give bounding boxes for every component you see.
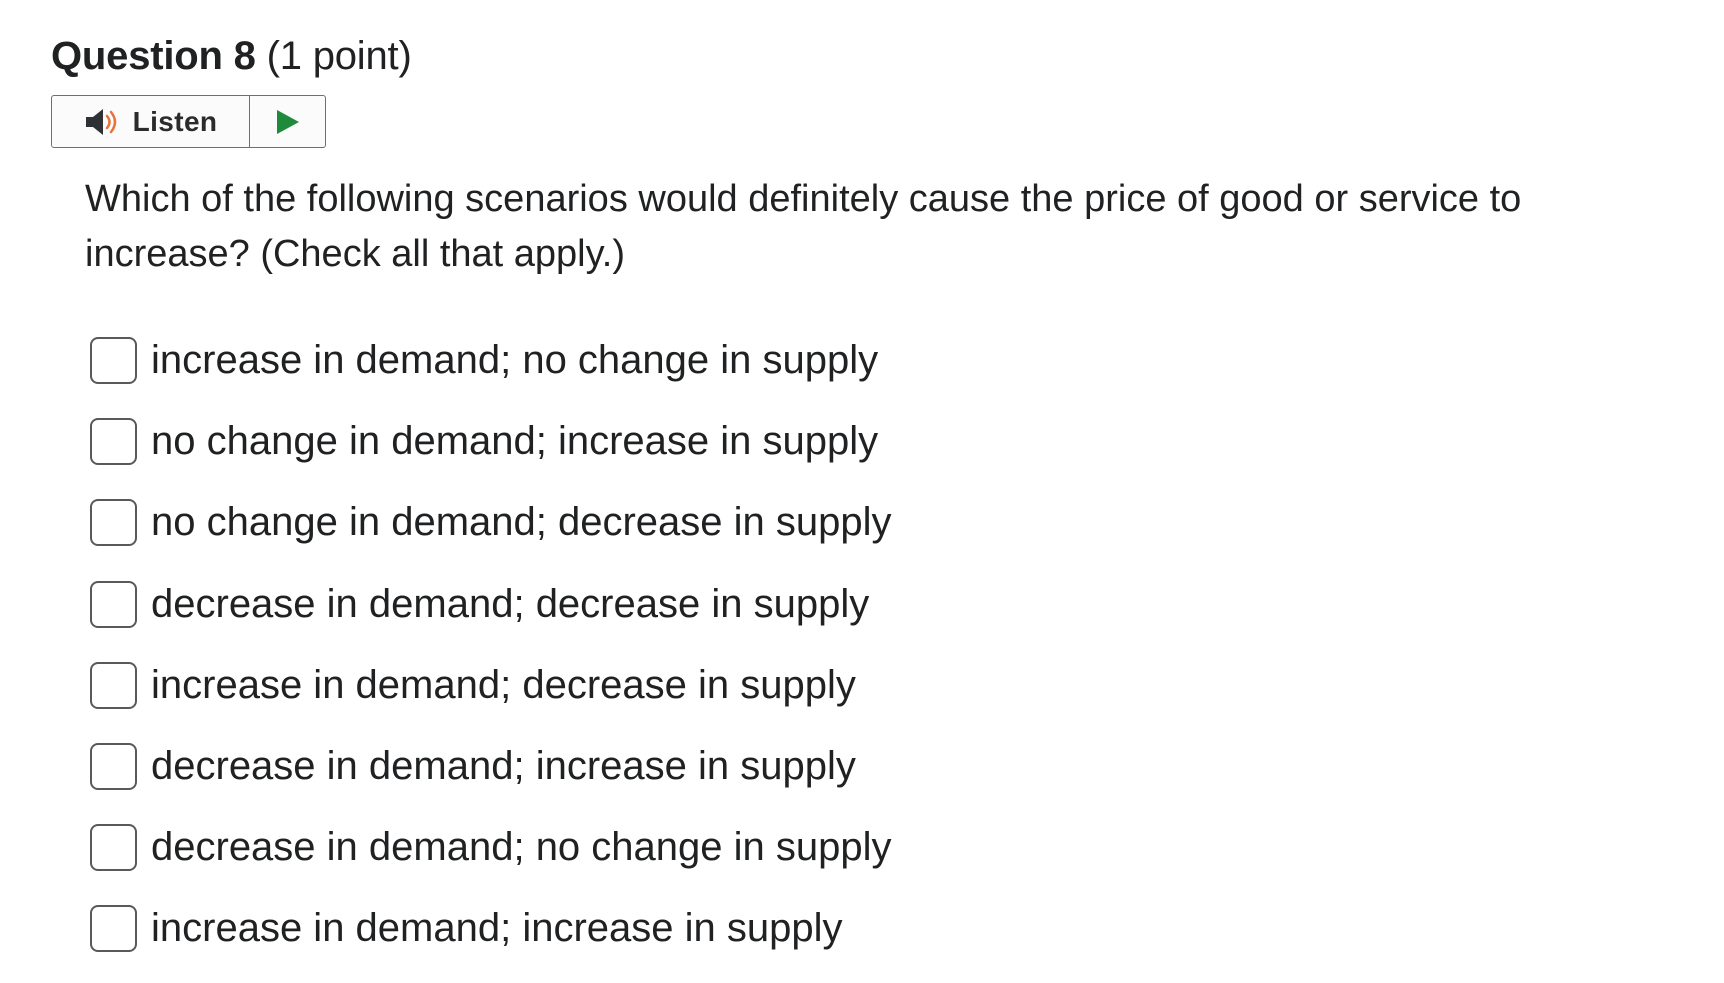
question-header: Question 8 (1 point) [51,32,412,80]
answer-label[interactable]: decrease in demand; decrease in supply [151,574,869,634]
listen-button[interactable]: Listen [52,96,250,147]
play-icon [276,109,299,134]
answer-label[interactable]: decrease in demand; increase in supply [151,736,856,796]
answer-label[interactable]: no change in demand; increase in supply [151,411,878,471]
answer-label[interactable]: increase in demand; increase in supply [151,898,843,958]
answer-checkbox[interactable] [90,337,137,384]
answer-checkbox[interactable] [90,824,137,872]
answer-checkbox[interactable] [90,499,137,547]
answer-checkbox[interactable] [90,661,137,709]
question-points: (1 point) [266,34,412,78]
answer-label[interactable]: increase in demand; decrease in supply [151,655,856,715]
listen-widget: Listen [51,95,326,148]
answer-checkbox[interactable] [90,742,137,790]
question-page: Question 8 (1 point) Listen Which of the… [0,0,1724,983]
speaker-icon [85,108,116,135]
listen-label: Listen [132,105,218,137]
question-prompt: Which of the following scenarios would d… [85,178,1522,275]
answer-checkbox[interactable] [90,580,137,628]
question-title: Question 8 [51,34,256,78]
answer-label[interactable]: no change in demand; decrease in supply [151,492,892,552]
answer-label[interactable]: increase in demand; no change in supply [151,330,878,390]
play-button[interactable] [250,96,325,147]
answer-label[interactable]: decrease in demand; no change in supply [151,817,892,877]
answer-checkbox[interactable] [90,905,137,953]
answer-checkbox[interactable] [90,418,137,466]
